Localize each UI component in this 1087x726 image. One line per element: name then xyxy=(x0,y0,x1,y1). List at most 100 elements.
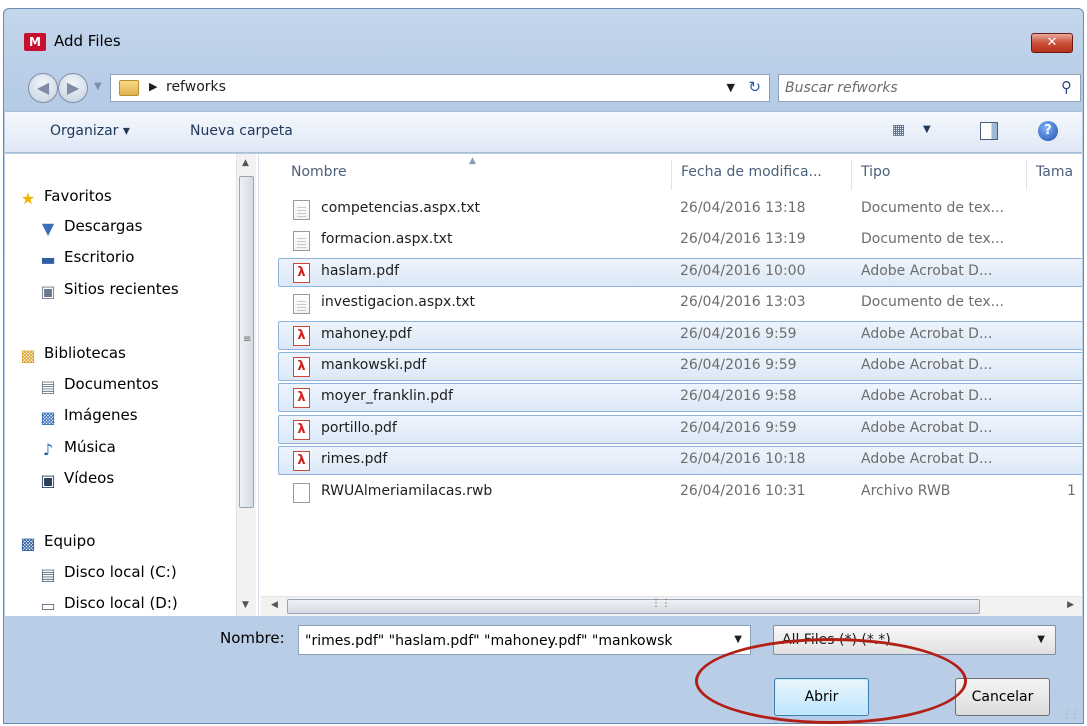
sidebar-item-downloads[interactable]: ▼ Descargas xyxy=(37,217,143,245)
file-row[interactable]: investigacion.aspx.txt 26/04/2016 13:03 Do… xyxy=(278,289,1082,318)
sidebar-item-computer[interactable]: ▩ Equipo xyxy=(17,532,95,560)
scrollbar-grip-icon: ⋮⋮ xyxy=(651,598,671,609)
breadcrumb-arrow-icon[interactable]: ▶ xyxy=(149,80,157,93)
breadcrumb-refworks[interactable]: refworks xyxy=(166,79,226,95)
new-folder-button[interactable]: Nueva carpeta xyxy=(190,123,293,139)
sidebar-item-recent[interactable]: ▣ Sitios recientes xyxy=(37,280,178,308)
column-header-date[interactable]: Fecha de modifica... xyxy=(681,164,822,180)
title-bar: M Add Files ✕ xyxy=(4,9,1083,69)
desktop-icon: ▬ xyxy=(40,250,56,269)
back-button[interactable]: ◀ xyxy=(28,73,58,103)
sort-ascending-icon: ▲ xyxy=(469,156,476,166)
file-type-dropdown-icon[interactable]: ▼ xyxy=(1037,634,1045,645)
sidebar-item-libraries[interactable]: ▩ Bibliotecas xyxy=(17,344,126,372)
sidebar-item-label: Favoritos xyxy=(44,187,112,205)
search-icon[interactable]: ⚲ xyxy=(1061,78,1072,96)
column-header-name[interactable]: Nombre xyxy=(291,164,347,180)
pdf-file-icon: λ xyxy=(293,325,310,346)
scroll-up-arrow-icon[interactable]: ▲ xyxy=(242,158,249,168)
cancel-button[interactable]: Cancelar xyxy=(955,678,1050,716)
add-files-dialog: M Add Files ✕ ◀ ▶ ▼ ▶ refworks ▼ ↻ ⚲ Org… xyxy=(3,8,1084,724)
file-name: RWUAlmeriamilacas.rwb xyxy=(321,482,493,499)
sidebar-item-documents[interactable]: ▤ Documentos xyxy=(37,375,158,403)
scroll-down-arrow-icon[interactable]: ▼ xyxy=(242,600,249,610)
address-dropdown-icon[interactable]: ▼ xyxy=(727,81,735,94)
column-divider[interactable] xyxy=(671,160,672,190)
libraries-icon: ▩ xyxy=(20,346,36,365)
file-type: Archivo RWB xyxy=(861,482,951,499)
pdf-file-icon: λ xyxy=(293,388,310,409)
sidebar-item-label: Disco local (D:) xyxy=(64,594,178,612)
file-row[interactable]: λ mahoney.pdf 26/04/2016 9:59 Adobe Acrobat… xyxy=(278,320,1082,350)
file-type: Adobe Acrobat D... xyxy=(861,419,993,436)
column-header-size[interactable]: Tama xyxy=(1036,164,1073,180)
computer-icon: ▩ xyxy=(20,534,36,553)
file-row[interactable]: RWUAlmeriamilacas.rwb 26/04/2016 10:31 Arc… xyxy=(278,478,1082,507)
disk-d-icon: ▭ xyxy=(40,596,56,615)
file-list-horizontal-scrollbar[interactable]: ◀ ⋮⋮ ▶ xyxy=(261,596,1082,616)
file-date: 26/04/2016 13:19 xyxy=(680,231,806,248)
organize-menu[interactable]: Organizar ▾ xyxy=(50,123,130,139)
recent-locations-dropdown[interactable]: ▼ xyxy=(94,81,106,92)
file-type: Adobe Acrobat D... xyxy=(861,388,993,405)
sidebar-item-disk-c[interactable]: ▤ Disco local (C:) xyxy=(37,563,176,591)
file-row[interactable]: λ rimes.pdf 26/04/2016 10:18 Adobe Acrobat … xyxy=(278,446,1082,476)
sidebar-item-music[interactable]: ♪ Música xyxy=(37,438,116,466)
scroll-left-arrow-icon[interactable]: ◀ xyxy=(271,600,278,610)
view-options-icon[interactable]: ▦ xyxy=(892,122,905,138)
resize-grip-icon[interactable]: ⋮⋮ xyxy=(1062,709,1080,720)
file-type: Adobe Acrobat D... xyxy=(861,451,993,468)
star-icon: ★ xyxy=(20,189,36,208)
file-type: Adobe Acrobat D... xyxy=(861,262,993,279)
file-type-select[interactable]: All Files (*) (*.*) ▼ xyxy=(773,625,1056,655)
filename-input[interactable] xyxy=(305,631,720,651)
view-dropdown-icon[interactable]: ▼ xyxy=(923,124,931,135)
column-divider[interactable] xyxy=(1026,160,1027,190)
images-icon: ▩ xyxy=(40,408,56,427)
sidebar-item-images[interactable]: ▩ Imágenes xyxy=(37,406,138,434)
file-date: 26/04/2016 10:00 xyxy=(680,262,806,279)
file-row[interactable]: formacion.aspx.txt 26/04/2016 13:19 Docume… xyxy=(278,226,1082,255)
file-row[interactable]: λ haslam.pdf 26/04/2016 10:00 Adobe Acrobat… xyxy=(278,257,1082,287)
sidebar-item-videos[interactable]: ▣ Vídeos xyxy=(37,469,114,497)
filename-combobox[interactable]: ▼ xyxy=(298,625,751,655)
help-icon[interactable]: ? xyxy=(1038,121,1058,141)
file-type: Adobe Acrobat D... xyxy=(861,357,993,373)
filename-dropdown-icon[interactable]: ▼ xyxy=(734,634,742,645)
forward-button[interactable]: ▶ xyxy=(58,73,88,103)
close-button[interactable]: ✕ xyxy=(1031,33,1073,53)
navigation-pane-scrollbar[interactable]: ▲ ≡ ▼ xyxy=(236,154,256,616)
file-row[interactable]: λ mankowski.pdf 26/04/2016 9:59 Adobe Acrob… xyxy=(278,352,1082,381)
file-name: competencias.aspx.txt xyxy=(321,200,481,216)
rwb-file-icon xyxy=(293,482,310,503)
sidebar-item-label: Bibliotecas xyxy=(44,344,126,362)
navigation-bar: ◀ ▶ ▼ ▶ refworks ▼ ↻ ⚲ xyxy=(14,69,1081,103)
column-divider[interactable] xyxy=(851,160,852,190)
scrollbar-thumb[interactable] xyxy=(287,599,980,614)
search-input[interactable] xyxy=(785,78,1035,98)
scroll-right-arrow-icon[interactable]: ▶ xyxy=(1067,600,1074,610)
text-file-icon xyxy=(293,200,310,220)
sidebar-item-label: Imágenes xyxy=(64,406,138,424)
command-toolbar: Organizar ▾ Nueva carpeta ▦ ▼ ? xyxy=(5,111,1082,153)
file-row[interactable]: λ portillo.pdf 26/04/2016 9:59 Adobe Acroba… xyxy=(278,414,1082,444)
refresh-icon[interactable]: ↻ xyxy=(748,78,761,96)
sidebar-item-favorites[interactable]: ★ Favoritos xyxy=(17,187,112,215)
disk-c-icon: ▤ xyxy=(40,565,56,584)
pdf-file-icon: λ xyxy=(293,451,310,472)
pdf-file-icon: λ xyxy=(293,262,310,283)
file-row[interactable]: competencias.aspx.txt 26/04/2016 13:18 Doc… xyxy=(278,195,1082,224)
sidebar-item-label: Equipo xyxy=(44,532,96,550)
pdf-file-icon: λ xyxy=(293,419,310,440)
open-button[interactable]: Abrir xyxy=(774,678,869,716)
sidebar-item-desktop[interactable]: ▬ Escritorio xyxy=(37,248,134,276)
folder-icon xyxy=(119,80,139,96)
sidebar-item-label: Vídeos xyxy=(64,469,115,487)
preview-pane-icon[interactable] xyxy=(980,122,998,140)
scrollbar-grip-icon: ≡ xyxy=(243,334,252,345)
file-row[interactable]: λ moyer_franklin.pdf 26/04/2016 9:58 Adobe … xyxy=(278,383,1082,413)
address-bar[interactable]: ▶ refworks ▼ ↻ xyxy=(110,74,770,102)
sidebar-item-disk-d[interactable]: ▭ Disco local (D:) xyxy=(37,594,178,616)
search-box[interactable]: ⚲ xyxy=(778,74,1081,102)
column-header-type[interactable]: Tipo xyxy=(861,164,890,180)
